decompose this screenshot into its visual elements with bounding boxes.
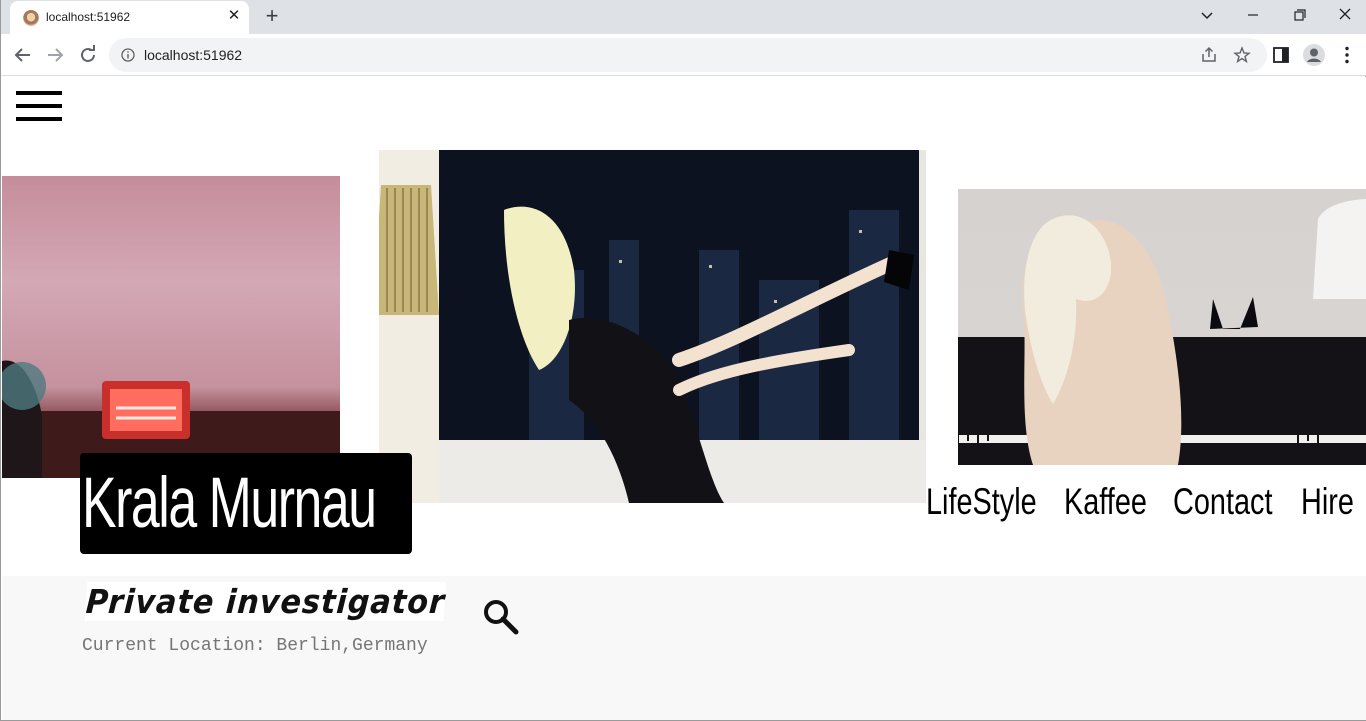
share-icon[interactable] [1200, 46, 1218, 64]
hamburger-menu-icon[interactable] [16, 91, 62, 123]
info-section: Private investigator Current Location: B… [2, 576, 1366, 720]
close-icon [1339, 8, 1351, 20]
nav-link-contact[interactable]: Contact [1173, 481, 1272, 523]
site-subtitle: Private investigator [84, 582, 447, 621]
page-viewport: Krala Murnau LifeStyle Kaffee Contact Hi… [2, 77, 1366, 720]
nav-link-kaffee[interactable]: Kaffee [1064, 481, 1147, 523]
tab-title: localhost:51962 [46, 10, 131, 24]
nav-link-lifestyle[interactable]: LifeStyle [926, 481, 1037, 523]
site-name-banner[interactable]: Krala Murnau [80, 453, 412, 554]
current-location: Current Location: Berlin,Germany [82, 636, 428, 656]
tab-search-button[interactable] [1195, 5, 1219, 27]
more-vert-icon [1345, 46, 1349, 64]
url-text[interactable]: localhost:51962 [144, 47, 242, 63]
side-panel-button[interactable] [1269, 43, 1293, 67]
reload-button[interactable] [76, 43, 100, 67]
pink-room-scene [2, 360, 340, 478]
back-arrow-icon [14, 48, 30, 62]
profile-avatar-icon [1303, 44, 1325, 66]
side-panel-icon [1273, 47, 1289, 63]
pink-room-heater-photo [2, 176, 340, 478]
new-tab-button[interactable]: + [260, 5, 284, 29]
favicon-icon [23, 10, 39, 26]
piano-room-scene [958, 199, 1366, 465]
reload-icon [81, 45, 95, 62]
forward-button[interactable] [43, 43, 67, 67]
tab-strip: localhost:51962 ✕ + [1, 0, 1366, 34]
minimize-icon [1248, 14, 1258, 16]
woman-black-dress-window-photo [379, 150, 926, 503]
browser-tab[interactable]: localhost:51962 ✕ [10, 1, 249, 34]
minimize-button[interactable] [1241, 5, 1265, 27]
profile-button[interactable] [1302, 43, 1326, 67]
browser-menu-button[interactable] [1335, 43, 1359, 67]
browser-toolbar: localhost:51962 [1, 34, 1366, 76]
browser-window: localhost:51962 ✕ + localhost:51962 Kral… [0, 0, 1366, 721]
back-button[interactable] [11, 43, 35, 67]
chevron-down-icon [1201, 12, 1213, 20]
close-tab-icon[interactable]: ✕ [226, 8, 242, 24]
bookmark-star-icon[interactable] [1233, 46, 1251, 64]
close-window-button[interactable] [1333, 5, 1357, 27]
woman-at-piano-photo [958, 189, 1366, 465]
restore-icon [1294, 9, 1306, 21]
nav-link-hire[interactable]: Hire [1301, 481, 1354, 523]
search-icon[interactable] [480, 596, 520, 636]
address-bar[interactable]: localhost:51962 [109, 38, 1267, 72]
site-name[interactable]: Krala Murnau [82, 463, 377, 544]
city-night-window-scene [379, 150, 926, 503]
restore-button[interactable] [1287, 5, 1311, 27]
forward-arrow-icon [48, 48, 64, 62]
info-icon[interactable] [121, 48, 135, 62]
